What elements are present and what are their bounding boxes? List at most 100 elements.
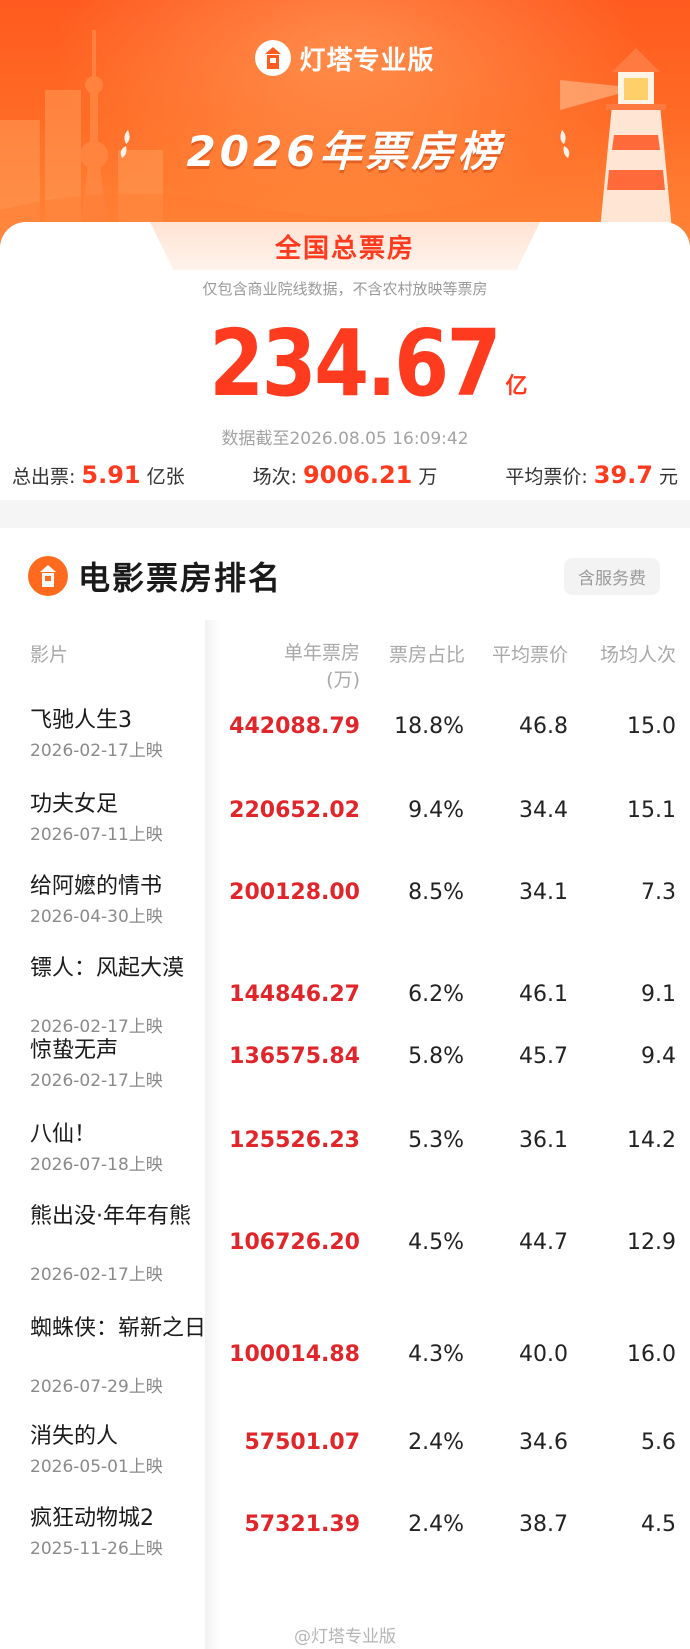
film-title: 疯狂动物城2 <box>30 1506 154 1531</box>
summary-tab-label: 全国总票房 <box>274 233 415 264</box>
film-title: 八仙！ <box>30 1122 97 1147</box>
avg-attendance-value: 16.0 <box>627 1342 676 1367</box>
release-date: 2026-07-11上映 <box>30 825 163 845</box>
share-value: 18.8% <box>394 714 464 739</box>
box-office-value: 57321.39 <box>244 1512 360 1537</box>
watermark: @灯塔专业版 <box>294 1627 396 1647</box>
avg-price-value: 40.0 <box>519 1342 568 1367</box>
summary-note: 仅包含商业院线数据，不含农村放映等票房 <box>202 280 488 298</box>
box-office-value: 106726.20 <box>229 1230 360 1255</box>
total-box-office-value: 234.67 <box>209 310 502 417</box>
stat-tickets-value: 5.91 <box>81 461 141 489</box>
share-value: 9.4% <box>408 798 464 823</box>
stat-avg-price-unit: 元 <box>658 466 678 488</box>
total-box-office-unit: 亿 <box>505 374 528 399</box>
film-title: 飞驰人生3 <box>30 708 132 733</box>
stat-shows-value: 9006.21 <box>303 461 413 489</box>
stat-shows-label: 场次: <box>252 466 298 488</box>
release-date: 2026-02-17上映 <box>30 741 163 761</box>
col-header-share[interactable]: 票房占比 <box>389 640 465 667</box>
ranking-title: 电影票房排名 <box>78 559 283 597</box>
avg-price-value: 34.6 <box>519 1430 568 1455</box>
stat-shows: 场次: 9006.21 万 <box>253 461 438 489</box>
avg-price-value: 45.7 <box>519 1044 568 1069</box>
avg-attendance-value: 12.9 <box>627 1230 676 1255</box>
stat-avg-price: 平均票价: 39.7 元 <box>505 461 678 489</box>
box-office-value: 136575.84 <box>229 1044 360 1069</box>
avg-price-value: 34.4 <box>519 798 568 823</box>
col-header-film[interactable]: 影片 <box>30 640 68 667</box>
avg-attendance-value: 15.1 <box>627 798 676 823</box>
share-value: 6.2% <box>408 982 464 1007</box>
brand-name: 灯塔专业版 <box>299 45 435 76</box>
film-title: 给阿嬷的情书 <box>30 874 163 899</box>
table-row[interactable]: 疯狂动物城2 2025-11-26上映 57321.39 2.4% 38.7 4.5 <box>0 1496 690 1566</box>
film-title: 熊出没·年年有熊 <box>30 1204 191 1229</box>
summary-tab: 全国总票房 <box>150 222 540 270</box>
data-timestamp: 数据截至2026.08.05 16:09:42 <box>221 429 469 449</box>
film-title: 蜘蛛侠：崭新之日 <box>30 1316 207 1341</box>
table-row[interactable]: 蜘蛛侠：崭新之日 2026-07-29上映 100014.88 4.3% 40.0 16.… <box>0 1306 690 1406</box>
release-date: 2026-02-17上映 <box>30 1071 163 1091</box>
ranking-title-group: 电影票房排名 <box>28 553 282 599</box>
film-title: 功夫女足 <box>30 792 119 817</box>
col-header-avg-price[interactable]: 平均票价 <box>492 640 568 667</box>
avg-price-value: 38.7 <box>519 1512 568 1537</box>
lighthouse-logo-icon <box>255 40 292 76</box>
service-fee-toggle[interactable]: 含服务费 <box>564 557 660 595</box>
table-row[interactable]: 功夫女足 2026-07-11上映 220652.02 9.4% 34.4 15.1 <box>0 782 690 852</box>
table-row[interactable]: 惊蛰无声 2026-02-17上映 136575.84 5.8% 45.7 9.4 <box>0 1028 690 1098</box>
avg-attendance-value: 14.2 <box>627 1128 676 1153</box>
table-row[interactable]: 给阿嬷的情书 2026-04-30上映 200128.00 8.5% 34.1 7.3 <box>0 864 690 934</box>
film-title: 镖人：风起大漠 <box>30 956 185 981</box>
table-row[interactable]: 消失的人 2026-05-01上映 57501.07 2.4% 34.6 5.6 <box>0 1414 690 1484</box>
header-banner: 灯塔专业版 2026年票房榜 <box>0 0 690 250</box>
share-value: 4.3% <box>408 1342 464 1367</box>
avg-attendance-value: 7.3 <box>641 880 676 905</box>
stat-tickets-label: 总出票: <box>12 466 76 488</box>
box-office-value: 220652.02 <box>229 798 360 823</box>
stat-shows-unit: 万 <box>418 466 438 488</box>
table-row[interactable]: 熊出没·年年有熊 2026-02-17上映 106726.20 4.5% 44.7 12.… <box>0 1194 690 1294</box>
lighthouse-icon <box>28 556 68 596</box>
film-title: 消失的人 <box>30 1424 119 1449</box>
release-date: 2025-11-26上映 <box>30 1539 163 1559</box>
box-office-value: 442088.79 <box>229 714 360 739</box>
col-header-avg-attendance[interactable]: 场均人次 <box>600 640 676 667</box>
avg-price-value: 44.7 <box>519 1230 568 1255</box>
avg-price-value: 34.1 <box>519 880 568 905</box>
share-value: 5.8% <box>408 1044 464 1069</box>
avg-attendance-value: 15.0 <box>627 714 676 739</box>
film-title: 惊蛰无声 <box>30 1038 119 1063</box>
banner-title: 2026年票房榜 <box>186 126 504 176</box>
table-row[interactable]: 八仙！ 2026-07-18上映 125526.23 5.3% 36.1 14.2 <box>0 1112 690 1182</box>
avg-price-value: 46.1 <box>519 982 568 1007</box>
release-date: 2026-05-01上映 <box>30 1457 163 1477</box>
release-date: 2026-07-29上映 <box>30 1377 163 1397</box>
share-value: 5.3% <box>408 1128 464 1153</box>
box-office-value: 57501.07 <box>244 1430 360 1455</box>
total-box-office: 234.67 亿 <box>0 310 690 410</box>
summary-card: 全国总票房 仅包含商业院线数据，不含农村放映等票房 234.67 亿 数据截至2… <box>0 222 690 500</box>
stat-tickets-unit: 亿张 <box>146 466 185 488</box>
stat-tickets: 总出票: 5.91 亿张 <box>12 461 185 489</box>
avg-attendance-value: 5.6 <box>641 1430 676 1455</box>
box-office-value: 200128.00 <box>229 880 360 905</box>
table-row[interactable]: 飞驰人生3 2026-02-17上映 442088.79 18.8% 46.8 15.0 <box>0 698 690 768</box>
stat-avg-price-label: 平均票价: <box>505 466 588 488</box>
release-date: 2026-07-18上映 <box>30 1155 163 1175</box>
avg-attendance-value: 4.5 <box>641 1512 676 1537</box>
release-date: 2026-04-30上映 <box>30 907 163 927</box>
share-value: 2.4% <box>408 1512 464 1537</box>
share-value: 2.4% <box>408 1430 464 1455</box>
avg-attendance-value: 9.4 <box>641 1044 676 1069</box>
ranking-header: 电影票房排名 含服务费 <box>0 528 690 624</box>
avg-price-value: 46.8 <box>519 714 568 739</box>
avg-price-value: 36.1 <box>519 1128 568 1153</box>
stat-avg-price-value: 39.7 <box>593 461 653 489</box>
col-header-box-office[interactable]: 单年票房 (万) <box>284 640 360 693</box>
banner-title-row: 2026年票房榜 <box>0 118 690 178</box>
box-office-value: 125526.23 <box>229 1128 360 1153</box>
table-header: 影片 单年票房 (万) 票房占比 平均票价 场均人次 <box>0 640 690 700</box>
stats-row: 总出票: 5.91 亿张 场次: 9006.21 万 平均票价: 39.7 元 <box>0 460 690 490</box>
